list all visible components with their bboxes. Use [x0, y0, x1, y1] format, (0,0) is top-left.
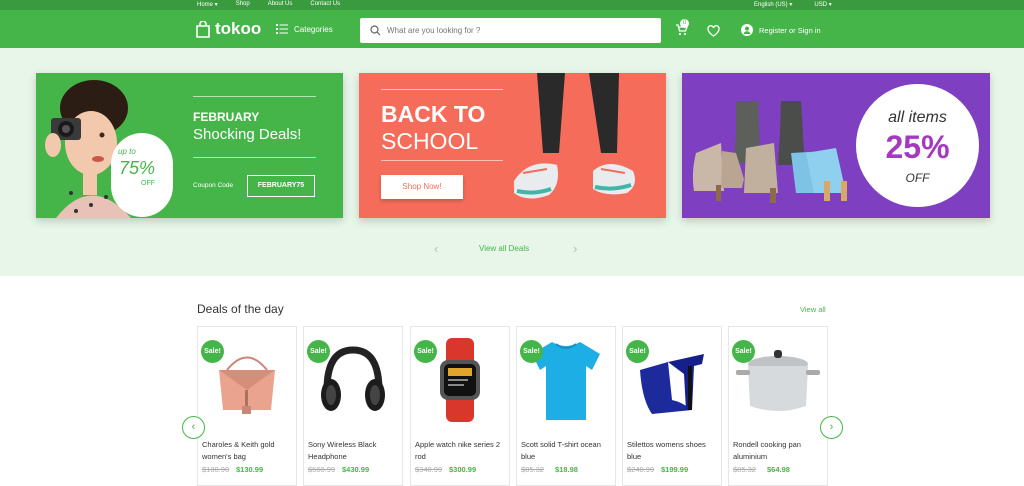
chevron-right-icon: ›	[829, 421, 834, 433]
currency-select[interactable]: USD ▾	[814, 1, 831, 8]
product-price: $64.98	[767, 465, 790, 474]
categories-label: Categories	[294, 24, 333, 34]
sale-badge: Sale!	[626, 340, 649, 363]
nav-shop[interactable]: Shop	[236, 1, 250, 8]
chevron-left-icon: ‹	[191, 421, 196, 433]
sale-badge: Sale!	[520, 340, 543, 363]
product-name[interactable]: Rondell cooking pan aluminium	[733, 439, 825, 462]
next-arrow-icon[interactable]: ›	[573, 241, 577, 256]
product-price: $430.99	[342, 465, 370, 474]
deals-title: Deals of the day	[197, 302, 284, 316]
product-price: $199.99	[661, 465, 689, 474]
banner-all-items[interactable]: all items 25% OFF	[682, 73, 990, 218]
product-card[interactable]: Sale! Apple watch nike series 2 rod $340…	[410, 326, 510, 486]
discount-percent: 75%	[119, 158, 156, 178]
product-card[interactable]: Sale! Sony Wireless Black Headphone $560…	[303, 326, 403, 486]
banner-title: BACK TO	[381, 101, 486, 127]
product-name[interactable]: Stilettos womens shoes blue	[627, 439, 719, 462]
logo-text: tokoo	[215, 19, 262, 38]
product-card[interactable]: Sale! Scott solid T-shirt ocean blue $85…	[516, 326, 616, 486]
shop-now-button[interactable]: Shop Now!	[381, 175, 463, 199]
cart-button[interactable]: 0	[675, 19, 689, 41]
product-name[interactable]: Charoles & Keith gold women's bag	[202, 439, 294, 462]
divider	[381, 89, 503, 90]
prev-arrow-icon[interactable]: ‹	[434, 241, 438, 256]
search-input[interactable]	[387, 22, 647, 39]
hero-section: up to 75% OFF FEBRUARY Shocking Deals! C…	[0, 48, 1024, 276]
nav-about[interactable]: About Us	[268, 1, 293, 8]
product-old-price: $560.99	[308, 465, 336, 474]
banner-title: FEBRUARY	[193, 110, 260, 124]
signin-link[interactable]: Register or Sign in	[741, 24, 821, 36]
divider	[193, 96, 316, 97]
sale-badge: Sale!	[307, 340, 330, 363]
user-icon	[741, 24, 753, 36]
product-price: $18.98	[555, 465, 578, 474]
sale-badge: Sale!	[414, 340, 437, 363]
banner-back-to-school[interactable]: BACK TO SCHOOL Shop Now!	[359, 73, 666, 218]
product-old-price: $85.32	[521, 465, 544, 474]
sale-circle: all items 25% OFF	[856, 84, 979, 207]
nav-contact[interactable]: Contact Us	[310, 1, 340, 8]
signin-label: Register or Sign in	[759, 25, 821, 35]
top-bar: Home ▾ Shop About Us Contact Us English …	[0, 0, 1024, 10]
heart-icon	[707, 25, 720, 37]
coupon-label: Coupon Code	[193, 182, 234, 189]
discount-upto: up to	[118, 147, 136, 156]
sale-label: all items	[888, 109, 947, 126]
product-card[interactable]: Sale! Charoles & Keith gold women's bag …	[197, 326, 297, 486]
product-old-price: $85.32	[733, 465, 756, 474]
kid-legs-sneakers-image	[514, 73, 635, 199]
product-old-price: $180.90	[202, 465, 230, 474]
categories-button[interactable]: Categories	[276, 24, 333, 34]
list-icon	[276, 24, 288, 34]
banner-subtitle: Shocking Deals!	[193, 126, 302, 143]
ankle-boots-image	[692, 101, 847, 203]
banner-february[interactable]: up to 75% OFF FEBRUARY Shocking Deals! C…	[36, 73, 343, 218]
sale-off: OFF	[905, 171, 930, 185]
search-box	[360, 18, 661, 43]
header: tokoo Categories 0 Register or Sign in	[0, 10, 1024, 48]
divider	[381, 160, 503, 161]
shopping-bag-icon	[196, 20, 210, 38]
product-old-price: $340.99	[415, 465, 443, 474]
product-price: $130.99	[236, 465, 264, 474]
product-name[interactable]: Apple watch nike series 2 rod	[415, 439, 507, 462]
discount-off: OFF	[141, 180, 155, 187]
banner-subtitle: SCHOOL	[381, 128, 479, 154]
sale-badge: Sale!	[201, 340, 224, 363]
divider	[193, 157, 316, 158]
coupon-code[interactable]: FEBRUARY75	[247, 175, 315, 197]
search-icon[interactable]	[370, 25, 381, 36]
product-name[interactable]: Sony Wireless Black Headphone	[308, 439, 400, 462]
carousel-prev-button[interactable]: ‹	[182, 416, 205, 439]
product-old-price: $240.99	[627, 465, 655, 474]
carousel-next-button[interactable]: ›	[820, 416, 843, 439]
cart-count-badge: 0	[680, 19, 689, 28]
nav-home[interactable]: Home ▾	[197, 1, 218, 8]
sale-percent: 25%	[885, 129, 950, 165]
product-price: $300.99	[449, 465, 477, 474]
product-card[interactable]: Sale! Rondell cooking pan aluminium $85.…	[728, 326, 828, 486]
logo[interactable]: tokoo	[196, 19, 261, 39]
wishlist-button[interactable]	[707, 24, 720, 42]
view-all-deals-link[interactable]: View all Deals	[479, 244, 529, 253]
sale-badge: Sale!	[732, 340, 755, 363]
language-select[interactable]: English (US) ▾	[754, 1, 792, 8]
product-card[interactable]: Sale! Stilettos womens shoes blue $240.9…	[622, 326, 722, 486]
product-name[interactable]: Scott solid T-shirt ocean blue	[521, 439, 613, 462]
view-all-link[interactable]: View all	[800, 305, 826, 314]
